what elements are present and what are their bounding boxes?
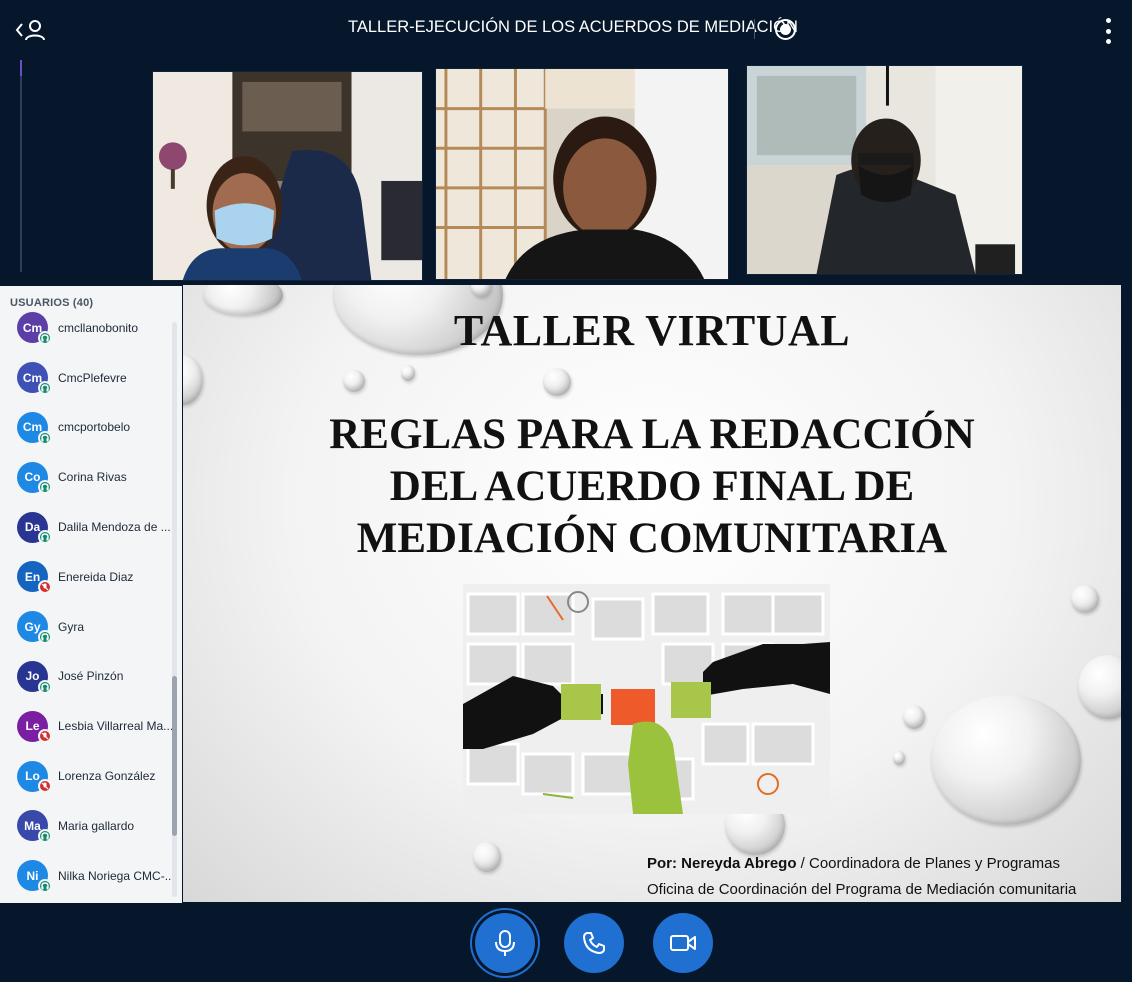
user-list-item[interactable]: En Enereida Diaz: [0, 552, 172, 602]
user-list-item[interactable]: Da Dalila Mendoza de ...: [0, 502, 172, 552]
title-divider: [754, 19, 755, 39]
slide-subtitle-line: MEDIACIÓN COMUNITARIA: [356, 515, 948, 562]
user-list-item[interactable]: Gy Gyra: [0, 602, 172, 652]
presentation-slide: TALLER VIRTUAL REGLAS PARA LA REDACCIÓN …: [183, 285, 1121, 902]
headset-icon: [38, 828, 52, 843]
user-name: Enereida Diaz: [58, 569, 134, 584]
user-name: Corina Rivas: [58, 470, 127, 485]
headset-icon: [38, 878, 52, 893]
headset-icon: [38, 430, 52, 445]
meeting-title: TALLER-EJECUCIÓN DE LOS ACUERDOS DE MEDI…: [348, 18, 798, 36]
water-drop: [1078, 655, 1121, 719]
puzzle-hands-image: [463, 584, 830, 814]
webcam-video: [436, 69, 728, 279]
muted-mic-icon: [38, 729, 52, 744]
headset-icon: [38, 629, 52, 644]
more-vertical-icon[interactable]: [1100, 18, 1116, 44]
user-list: Cm cmcllanobonito Cm CmcPlefevre Cm cmcportob…: [0, 303, 175, 901]
user-name: Gyra: [58, 619, 85, 634]
author-prefix: Por:: [647, 855, 677, 872]
slide-office-line: Oficina de Coordinación del Programa de …: [647, 881, 1077, 898]
camera-icon: [670, 935, 696, 951]
water-drop: [931, 695, 1081, 825]
top-bar: TALLER-EJECUCIÓN DE LOS ACUERDOS DE MEDI…: [0, 0, 1132, 60]
toggle-users-button[interactable]: [14, 14, 54, 46]
user-list-item[interactable]: Le Lesbia Villarreal Ma...: [0, 701, 174, 751]
record-icon[interactable]: [775, 19, 796, 40]
slide-subtitle: REGLAS PARA LA REDACCIÓN DEL ACUERDO FIN…: [183, 409, 1121, 565]
slide-subtitle-line: DEL ACUERDO FINAL DE: [389, 463, 915, 510]
slide-title: TALLER VIRTUAL: [453, 306, 851, 355]
user-name: CmcPlefevre: [58, 370, 127, 385]
conference-app: TALLER-EJECUCIÓN DE LOS ACUERDOS DE MEDI…: [0, 0, 1132, 982]
water-drop: [903, 705, 925, 729]
user-name: Maria gallardo: [58, 818, 135, 833]
user-name: cmcllanobonito: [58, 320, 139, 335]
user-list-item[interactable]: Ma Maria gallardo: [0, 801, 172, 851]
user-list-item[interactable]: Co Corina Rivas: [0, 452, 172, 502]
water-drop: [401, 365, 415, 381]
slide-subtitle-line: REGLAS PARA LA REDACCIÓN: [329, 411, 975, 458]
slide-author-line: Por: Nereyda Abrego / Coordinadora de Pl…: [647, 851, 1076, 877]
headset-icon: [38, 480, 52, 495]
user-icon: [25, 20, 45, 41]
headset-icon: [38, 530, 52, 545]
headset-icon: [38, 679, 52, 694]
water-drop: [893, 751, 905, 765]
slide-credits: Por: Nereyda Abrego / Coordinadora de Pl…: [647, 851, 1076, 902]
phone-icon: [583, 932, 605, 954]
users-panel: USUARIOS (40) Cm cmcllanobonito Cm CmcPlefe…: [0, 286, 182, 903]
water-drop: [473, 842, 501, 872]
user-list-item[interactable]: Cm CmcPlefevre: [0, 353, 172, 403]
webcam-tile-1[interactable]: [152, 71, 423, 281]
user-name: Lesbia Villarreal Ma...: [58, 719, 174, 734]
webcam-video: [153, 72, 422, 280]
author-name: Nereyda Abrego: [681, 855, 797, 872]
webcam-tile-2[interactable]: [435, 68, 729, 280]
camera-button[interactable]: [653, 913, 713, 973]
water-drop: [183, 355, 203, 405]
chevron-left-icon: [15, 23, 23, 37]
muted-mic-icon: [38, 779, 52, 794]
user-name: Lorenza González: [58, 769, 156, 784]
panel-accent-line: [20, 60, 22, 272]
water-drop: [1071, 585, 1099, 613]
water-drop: [343, 370, 365, 392]
microphone-button[interactable]: [475, 913, 535, 973]
users-scrollbar-thumb[interactable]: [172, 676, 177, 836]
user-name: José Pinzón: [58, 669, 124, 684]
user-list-item[interactable]: Cm cmcllanobonito: [0, 303, 172, 353]
user-name: cmcportobelo: [58, 420, 131, 435]
user-list-item[interactable]: Jo José Pinzón: [0, 652, 172, 702]
user-list-item[interactable]: Ni Nilka Noriega CMC-...: [0, 851, 175, 901]
user-name: Nilka Noriega CMC-...: [58, 868, 175, 883]
webcam-tile-3[interactable]: [746, 65, 1023, 275]
phone-button[interactable]: [564, 913, 624, 973]
headset-icon: [38, 331, 52, 345]
user-name: Dalila Mendoza de ...: [58, 520, 171, 535]
headset-icon: [38, 380, 52, 395]
author-role: / Coordinadora de Planes y Programas: [796, 855, 1060, 872]
webcam-video: [747, 66, 1022, 274]
user-list-item[interactable]: Cm cmcportobelo: [0, 403, 172, 453]
user-list-item[interactable]: Lo Lorenza González: [0, 751, 172, 801]
microphone-icon: [495, 930, 515, 956]
muted-mic-icon: [38, 579, 52, 594]
water-drop: [543, 368, 571, 396]
